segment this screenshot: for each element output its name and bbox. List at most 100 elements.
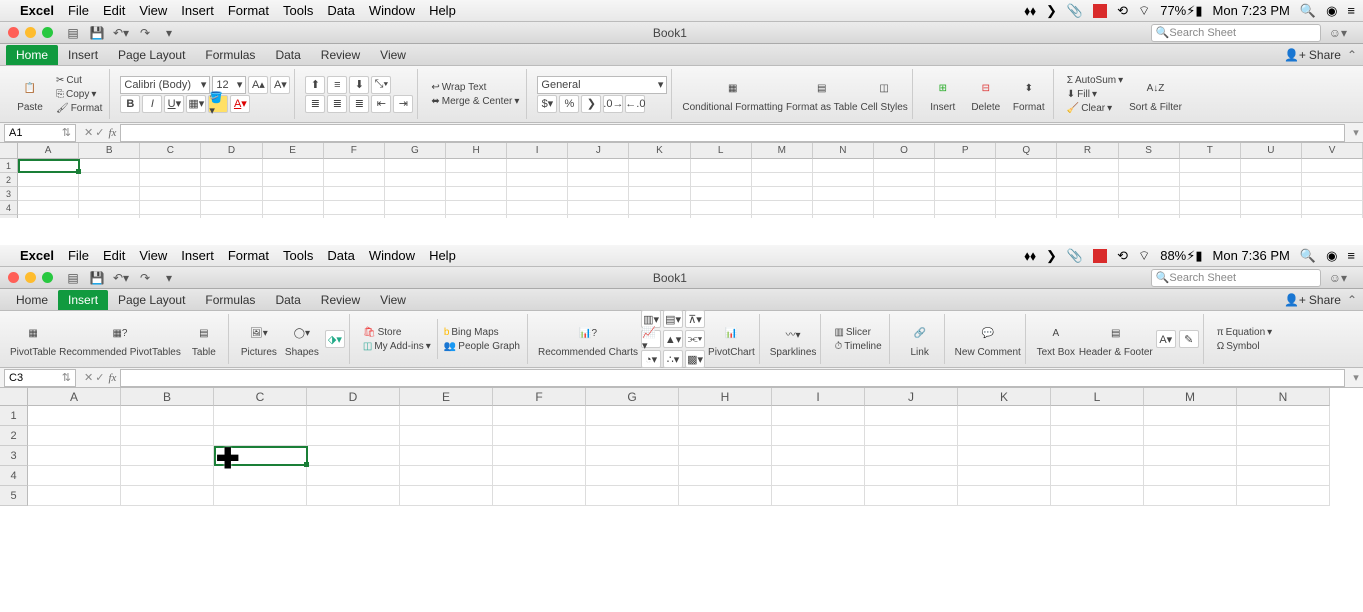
currency-icon[interactable]: $▾ [537, 95, 557, 113]
cell[interactable] [813, 159, 874, 173]
cell[interactable] [121, 466, 214, 486]
cell[interactable] [874, 215, 935, 218]
cell[interactable] [586, 486, 679, 506]
qa-dropdown-icon[interactable]: ▾ [159, 270, 179, 286]
link-button[interactable]: 🔗Link [900, 320, 940, 358]
cell[interactable] [201, 201, 262, 215]
cell[interactable] [214, 446, 307, 466]
cell[interactable] [1302, 215, 1363, 218]
cell[interactable] [446, 173, 507, 187]
cell[interactable] [1180, 215, 1241, 218]
col-header[interactable]: I [507, 143, 568, 159]
cell[interactable] [18, 173, 79, 187]
cell[interactable] [752, 201, 813, 215]
cell[interactable] [935, 173, 996, 187]
col-header[interactable]: P [935, 143, 996, 159]
cancel-formula-icon[interactable]: ✕ [84, 126, 93, 139]
col-header[interactable]: G [385, 143, 446, 159]
menu-format[interactable]: Format [228, 3, 269, 18]
cell[interactable] [1057, 215, 1118, 218]
cell[interactable] [865, 466, 958, 486]
cell[interactable] [935, 215, 996, 218]
cell[interactable] [813, 187, 874, 201]
col-header[interactable]: G [586, 388, 679, 406]
cell[interactable] [629, 201, 690, 215]
col-header[interactable]: N [813, 143, 874, 159]
cell[interactable] [691, 187, 752, 201]
enter-formula-icon[interactable]: ✓ [95, 126, 104, 139]
cell[interactable] [263, 201, 324, 215]
tab-page-layout[interactable]: Page Layout [108, 290, 195, 310]
col-header[interactable]: D [201, 143, 262, 159]
menu-view[interactable]: View [139, 248, 167, 263]
cell-styles-button[interactable]: ◫Cell Styles [861, 75, 908, 113]
sort-filter-button[interactable]: A↓ZSort & Filter [1129, 75, 1182, 113]
cell[interactable] [214, 406, 307, 426]
cell[interactable] [629, 173, 690, 187]
cell[interactable] [1241, 215, 1302, 218]
text-box-button[interactable]: AText Box [1036, 320, 1076, 358]
name-box[interactable]: A1⇅ [4, 124, 76, 142]
smartart-icon[interactable]: ⬗▾ [325, 330, 345, 348]
cell[interactable] [586, 446, 679, 466]
cell[interactable] [772, 486, 865, 506]
new-comment-button[interactable]: 💬New Comment [955, 320, 1021, 358]
cell[interactable] [752, 159, 813, 173]
menu-tools[interactable]: Tools [283, 248, 313, 263]
cell[interactable] [385, 187, 446, 201]
cell[interactable] [28, 446, 121, 466]
cell[interactable] [1057, 187, 1118, 201]
header-footer-button[interactable]: ▤Header & Footer [1079, 320, 1153, 358]
sync-icon[interactable]: ⟲ [1117, 3, 1128, 19]
cell[interactable] [324, 187, 385, 201]
menu-list-icon[interactable]: ≡ [1347, 248, 1355, 263]
store-button[interactable]: 🛍 Store [360, 326, 434, 339]
menu-insert[interactable]: Insert [181, 3, 214, 18]
cell[interactable] [813, 173, 874, 187]
increase-indent-icon[interactable]: ⇥ [393, 95, 413, 113]
col-header[interactable]: H [679, 388, 772, 406]
increase-font-icon[interactable]: A▴ [248, 76, 268, 94]
cell[interactable] [958, 486, 1051, 506]
underline-button[interactable]: U▾ [164, 95, 184, 113]
cell[interactable] [958, 466, 1051, 486]
view-mode-icon[interactable]: ▤ [63, 25, 83, 41]
tab-review[interactable]: Review [311, 290, 370, 310]
save-icon[interactable]: 💾 [87, 25, 107, 41]
cell[interactable] [385, 159, 446, 173]
cell[interactable] [18, 187, 79, 201]
cell[interactable] [1180, 173, 1241, 187]
spreadsheet-grid[interactable]: ABCDEFGHIJKLMN 12345 ✚ [0, 388, 1363, 518]
cell[interactable] [752, 187, 813, 201]
tab-home[interactable]: Home [6, 45, 58, 65]
search-sheet-input[interactable]: 🔍 Search Sheet [1151, 24, 1321, 42]
cell[interactable] [307, 446, 400, 466]
col-header[interactable]: B [79, 143, 140, 159]
cell[interactable] [201, 187, 262, 201]
save-icon[interactable]: 💾 [87, 270, 107, 286]
cell[interactable] [507, 159, 568, 173]
cell[interactable] [629, 215, 690, 218]
paste-button[interactable]: 📋Paste [10, 75, 50, 113]
col-header[interactable]: I [772, 388, 865, 406]
app-name[interactable]: Excel [20, 3, 54, 18]
tab-data[interactable]: Data [265, 290, 310, 310]
cell[interactable] [586, 406, 679, 426]
align-bottom-icon[interactable]: ⬇ [349, 76, 369, 94]
delete-cells-button[interactable]: ⊟Delete [966, 75, 1006, 113]
col-header[interactable]: T [1180, 143, 1241, 159]
cell[interactable] [307, 426, 400, 446]
fx-icon[interactable]: fx [108, 127, 116, 139]
people-graph-button[interactable]: 👥 People Graph [441, 340, 523, 353]
col-header[interactable]: D [307, 388, 400, 406]
cell[interactable] [507, 173, 568, 187]
cell[interactable] [1237, 486, 1330, 506]
cell[interactable] [385, 201, 446, 215]
menu-file[interactable]: File [68, 248, 89, 263]
cell[interactable] [201, 159, 262, 173]
cell[interactable] [996, 159, 1057, 173]
italic-button[interactable]: I [142, 95, 162, 113]
col-header[interactable]: F [493, 388, 586, 406]
cell[interactable] [446, 187, 507, 201]
view-mode-icon[interactable]: ▤ [63, 270, 83, 286]
